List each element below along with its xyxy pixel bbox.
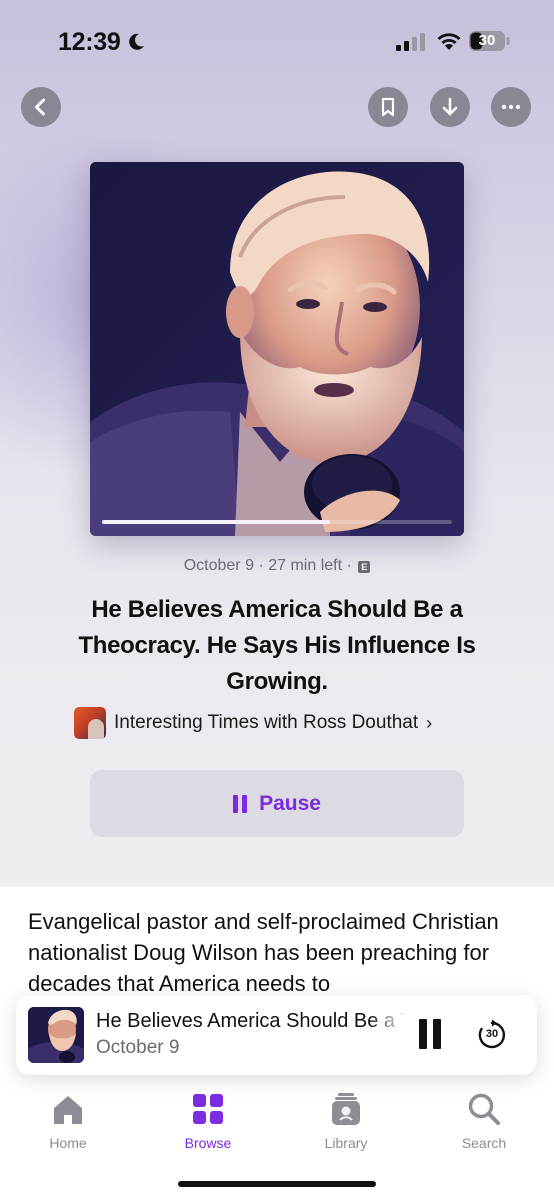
tab-label: Search — [461, 1135, 507, 1151]
episode-artwork[interactable] — [90, 162, 464, 536]
podcast-episode-screen: 12:39 30 October 9 · 27 min left · E He … — [0, 0, 554, 1200]
battery-icon: 30 — [468, 30, 510, 52]
episode-title: He Believes America Should Be a Theocrac… — [78, 596, 476, 695]
chevron-right-icon: › — [426, 712, 433, 733]
pause-button[interactable]: Pause — [90, 770, 464, 837]
pause-icon — [233, 794, 248, 813]
download-icon — [442, 97, 458, 116]
skip-forward-label: 30 — [485, 1028, 499, 1040]
library-icon — [332, 1093, 360, 1125]
bookmark-icon — [381, 97, 395, 117]
tab-browse[interactable]: Browse — [158, 1091, 258, 1151]
pause-icon-bar — [419, 1019, 427, 1049]
mini-player-title: He Believes America Should Be a Theocrac… — [96, 1010, 406, 1032]
moon-icon — [129, 33, 144, 50]
tab-label: Home — [49, 1135, 87, 1151]
download-button[interactable] — [430, 87, 470, 127]
tab-label: Library — [324, 1135, 368, 1151]
episode-progress-bar[interactable] — [102, 520, 452, 524]
signal-icon — [396, 33, 425, 51]
more-button[interactable] — [491, 87, 531, 127]
more-icon — [501, 104, 521, 110]
show-link[interactable]: Interesting Times with Ross Douthat › — [74, 706, 432, 740]
mini-player[interactable]: He Believes America Should Be a Theocrac… — [16, 995, 537, 1075]
pause-button-label: Pause — [259, 791, 321, 815]
tab-search[interactable]: Search — [434, 1091, 534, 1151]
home-indicator — [178, 1181, 376, 1187]
search-icon — [468, 1093, 500, 1125]
tab-library[interactable]: Library — [296, 1091, 396, 1151]
bookmark-button[interactable] — [368, 87, 408, 127]
status-bar: 12:39 30 — [0, 0, 554, 86]
grid-icon — [193, 1094, 223, 1124]
back-button[interactable] — [21, 87, 61, 127]
chevron-left-icon — [35, 98, 45, 116]
episode-description: Evangelical pastor and self-proclaimed C… — [28, 909, 499, 996]
show-thumbnail — [74, 707, 106, 739]
mini-player-artwork — [28, 1007, 84, 1063]
episode-time-left: 27 min left — [268, 557, 343, 574]
episode-portrait-image — [90, 162, 464, 536]
wifi-icon — [437, 33, 461, 50]
home-icon — [54, 1096, 82, 1124]
tab-label: Browse — [184, 1135, 232, 1151]
show-name: Interesting Times with Ross Douthat — [114, 712, 419, 733]
status-time: 12:39 — [58, 28, 121, 56]
pause-icon-bar — [433, 1019, 441, 1049]
meta-separator: · — [346, 557, 357, 574]
episode-meta: October 9 · 27 min left · E — [0, 557, 554, 575]
battery-level: 30 — [478, 32, 496, 49]
explicit-badge: E — [358, 561, 371, 573]
episode-date: October 9 — [183, 557, 254, 574]
tab-home[interactable]: Home — [18, 1091, 118, 1151]
skip-forward-button[interactable]: 30 — [476, 1019, 508, 1051]
episode-progress-fill — [102, 520, 330, 524]
mini-player-date: October 9 — [96, 1037, 180, 1058]
meta-separator: · — [258, 557, 269, 574]
mini-pause-button[interactable] — [419, 1019, 445, 1049]
